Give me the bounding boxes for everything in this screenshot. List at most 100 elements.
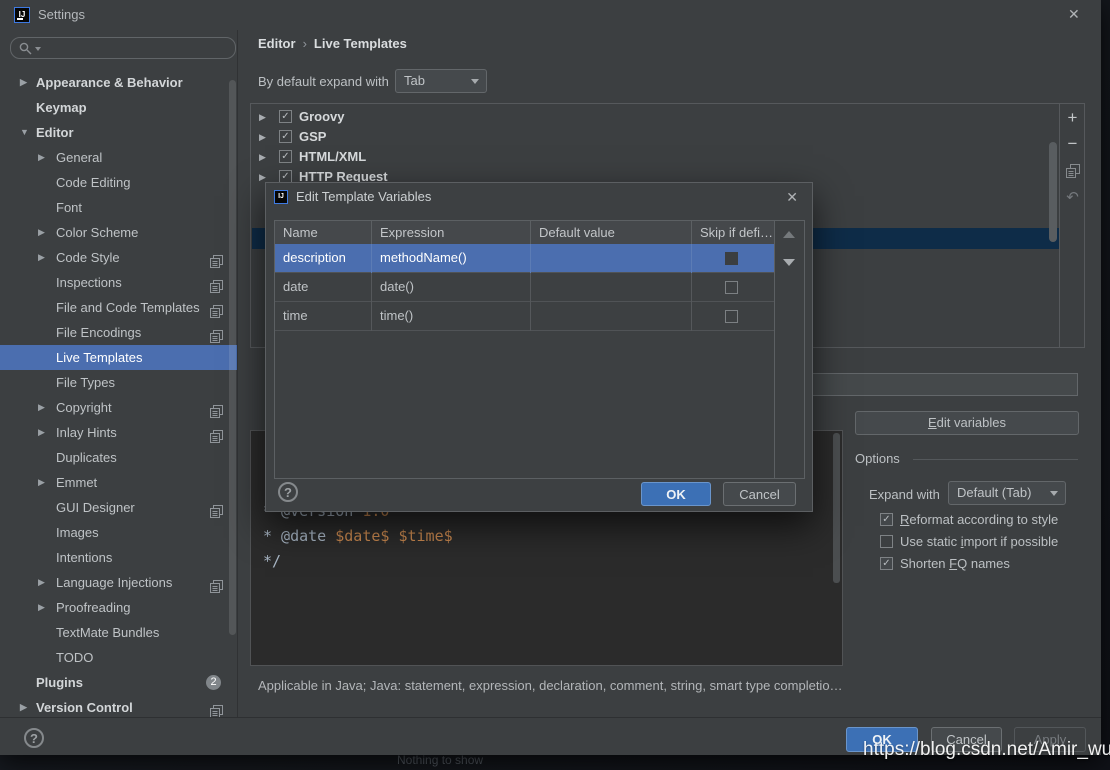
scroll-down-icon[interactable] <box>783 259 795 266</box>
variable-row-time[interactable]: timetime() <box>275 302 774 331</box>
expand-with-select[interactable]: Default (Tab) <box>948 481 1066 505</box>
duplicate-template-icon[interactable] <box>1060 164 1085 183</box>
sidebar-item-textmate-bundles[interactable]: TextMate Bundles <box>0 620 237 645</box>
template-group-html-xml[interactable]: ▶✓HTML/XML <box>251 147 1031 167</box>
chevron-collapsed-icon[interactable]: ▶ <box>259 147 266 167</box>
column-header[interactable]: Skip if defi… <box>692 221 774 244</box>
skip-if-defined-checkbox[interactable] <box>725 252 738 265</box>
column-header[interactable]: Default value <box>531 221 692 244</box>
edit-variables-button[interactable]: Edit variables <box>855 411 1079 435</box>
sidebar-item-appearance-behavior[interactable]: ▶Appearance & Behavior <box>0 70 237 95</box>
option-label-part: F <box>949 556 957 571</box>
editor-scrollbar[interactable] <box>833 433 840 583</box>
chevron-collapsed-icon[interactable]: ▶ <box>38 595 45 620</box>
sidebar-item-keymap[interactable]: Keymap <box>0 95 237 120</box>
close-icon[interactable]: ✕ <box>1068 6 1080 23</box>
sidebar-item-font[interactable]: Font <box>0 195 237 220</box>
cell-expression[interactable]: date() <box>372 273 531 302</box>
chevron-expanded-icon[interactable]: ▼ <box>20 120 29 145</box>
chevron-collapsed-icon[interactable]: ▶ <box>38 220 45 245</box>
edit-variables-label: E <box>928 415 937 430</box>
cell-default_value[interactable] <box>531 244 692 273</box>
dialog-close-icon[interactable]: ✕ <box>786 189 798 206</box>
chevron-collapsed-icon[interactable]: ▶ <box>259 107 266 127</box>
template-group-groovy[interactable]: ▶✓Groovy <box>251 107 1031 127</box>
option-label-part: Shorten <box>900 556 949 571</box>
dialog-cancel-button[interactable]: Cancel <box>723 482 796 506</box>
edit-variables-label: dit variables <box>937 415 1006 430</box>
sidebar-scrollbar[interactable] <box>229 80 236 635</box>
group-checkbox[interactable]: ✓ <box>279 110 292 123</box>
skip-if-defined-checkbox[interactable] <box>725 281 738 294</box>
cell-default_value[interactable] <box>531 273 692 302</box>
sidebar-item-code-editing[interactable]: Code Editing <box>0 170 237 195</box>
help-button[interactable]: ? <box>24 728 44 748</box>
cell-name[interactable]: time <box>275 302 372 331</box>
sidebar-item-file-and-code-templates[interactable]: File and Code Templates <box>0 295 237 320</box>
chevron-collapsed-icon[interactable]: ▶ <box>38 395 45 420</box>
template-list-scrollbar[interactable] <box>1049 142 1057 242</box>
cell-name[interactable]: date <box>275 273 372 302</box>
sidebar-item-proofreading[interactable]: ▶Proofreading <box>0 595 237 620</box>
variables-table-scrollbar[interactable] <box>774 221 804 478</box>
sidebar-item-inspections[interactable]: Inspections <box>0 270 237 295</box>
sidebar-item-file-encodings[interactable]: File Encodings <box>0 320 237 345</box>
breadcrumb-parent[interactable]: Editor <box>258 36 296 51</box>
sidebar-item-intentions[interactable]: Intentions <box>0 545 237 570</box>
option-checkbox[interactable]: ✓ <box>880 513 893 526</box>
sidebar-item-gui-designer[interactable]: GUI Designer <box>0 495 237 520</box>
search-filter-caret-icon[interactable] <box>35 47 41 51</box>
remove-template-icon[interactable]: − <box>1060 134 1085 154</box>
dialog-ok-button[interactable]: OK <box>641 482 711 506</box>
sidebar-item-label: Editor <box>36 120 74 145</box>
option-label-part: R <box>900 512 909 527</box>
chevron-collapsed-icon[interactable]: ▶ <box>259 127 266 147</box>
sidebar-item-color-scheme[interactable]: ▶Color Scheme <box>0 220 237 245</box>
column-header[interactable]: Expression <box>372 221 531 244</box>
code-text: */ <box>263 552 281 570</box>
variable-row-description[interactable]: descriptionmethodName() <box>275 244 774 273</box>
sidebar-item-duplicates[interactable]: Duplicates <box>0 445 237 470</box>
chevron-collapsed-icon[interactable]: ▶ <box>38 245 45 270</box>
sidebar-item-language-injections[interactable]: ▶Language Injections <box>0 570 237 595</box>
skip-if-defined-checkbox[interactable] <box>725 310 738 323</box>
option-checkbox[interactable]: ✓ <box>880 557 893 570</box>
sidebar-item-copyright[interactable]: ▶Copyright <box>0 395 237 420</box>
settings-search-input[interactable] <box>10 37 236 59</box>
chevron-collapsed-icon[interactable]: ▶ <box>20 70 27 95</box>
sidebar-item-todo[interactable]: TODO <box>0 645 237 670</box>
sidebar-item-editor[interactable]: ▼ Editor <box>0 120 237 145</box>
default-expand-select[interactable]: Tab <box>395 69 487 93</box>
template-group-gsp[interactable]: ▶✓GSP <box>251 127 1031 147</box>
restore-defaults-icon[interactable]: ↶ <box>1060 188 1085 206</box>
chevron-collapsed-icon[interactable]: ▶ <box>38 570 45 595</box>
sidebar-item-emmet[interactable]: ▶Emmet <box>0 470 237 495</box>
sidebar-item-inlay-hints[interactable]: ▶Inlay Hints <box>0 420 237 445</box>
variable-row-date[interactable]: datedate() <box>275 273 774 302</box>
breadcrumb: Editor›Live Templates <box>258 36 407 51</box>
option-label-part: mport if possible <box>964 534 1059 549</box>
chevron-collapsed-icon[interactable]: ▶ <box>38 420 45 445</box>
column-header[interactable]: Name <box>275 221 372 244</box>
sidebar-item-images[interactable]: Images <box>0 520 237 545</box>
sidebar-item-label: Font <box>56 195 82 220</box>
cell-expression[interactable]: time() <box>372 302 531 331</box>
sidebar-item-file-types[interactable]: File Types <box>0 370 237 395</box>
cell-name[interactable]: description <box>275 244 372 273</box>
chevron-collapsed-icon[interactable]: ▶ <box>38 145 45 170</box>
sidebar-item-label: Images <box>56 520 99 545</box>
dialog-help-button[interactable]: ? <box>278 482 298 502</box>
sidebar-item-live-templates[interactable]: Live Templates <box>0 345 237 370</box>
cell-default_value[interactable] <box>531 302 692 331</box>
group-checkbox[interactable]: ✓ <box>279 150 292 163</box>
scroll-up-icon[interactable] <box>783 231 795 238</box>
sidebar-item-plugins[interactable]: Plugins2 <box>0 670 237 695</box>
sidebar-item-code-style[interactable]: ▶Code Style <box>0 245 237 270</box>
settings-nav-tree: ▶Appearance & BehaviorKeymap▼ Editor▶Gene… <box>0 66 237 718</box>
group-checkbox[interactable]: ✓ <box>279 130 292 143</box>
add-template-icon[interactable]: + <box>1060 108 1085 128</box>
option-checkbox[interactable] <box>880 535 893 548</box>
cell-expression[interactable]: methodName() <box>372 244 531 273</box>
sidebar-item-general[interactable]: ▶General <box>0 145 237 170</box>
chevron-collapsed-icon[interactable]: ▶ <box>38 470 45 495</box>
